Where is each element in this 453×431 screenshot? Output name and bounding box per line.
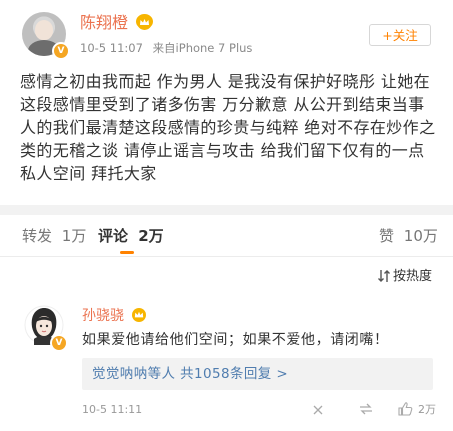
crown-icon: [136, 14, 154, 30]
sort-icon[interactable]: [378, 269, 390, 283]
stats-divider: [0, 256, 453, 257]
repost-label: 转发: [22, 227, 53, 245]
like-label: 赞: [379, 227, 395, 245]
view-replies-link[interactable]: 觉觉呐呐等人 共1058条回复 >: [92, 364, 288, 384]
verified-badge-icon: V: [52, 42, 70, 60]
comment-author-name-text[interactable]: 孙骁骁: [82, 308, 124, 324]
post-text: 感情之初由我而起 作为男人 是我没有保护好晓彤 让她在这段感情里受到了诸多伤害 …: [20, 72, 436, 183]
like-count: 10万: [403, 227, 438, 245]
post-meta: 10-5 11:07 来自iPhone 7 Plus: [80, 40, 252, 56]
comment-time: 10-5 11:11: [82, 403, 143, 416]
tab-comments[interactable]: 评论 2万: [98, 226, 164, 246]
post-author-name-text[interactable]: 陈翔橙: [80, 13, 128, 32]
section-divider: [0, 205, 453, 215]
active-tab-indicator: [120, 251, 134, 254]
repost-icon[interactable]: [358, 402, 374, 416]
post-time: 10-5 11:07: [80, 41, 143, 55]
follow-button[interactable]: +关注: [369, 24, 431, 46]
thumbs-up-icon[interactable]: [397, 401, 413, 416]
tab-likes[interactable]: 赞 10万: [379, 226, 438, 246]
comment-author-name[interactable]: 孙骁骁: [82, 306, 147, 328]
post-source[interactable]: 来自iPhone 7 Plus: [153, 41, 253, 55]
comment-verified-badge-icon: V: [50, 334, 68, 352]
comment-count: 2万: [138, 227, 164, 245]
post-author-name[interactable]: 陈翔橙: [80, 12, 154, 34]
more-icon[interactable]: [311, 403, 325, 417]
comment-text: 如果爱他请给他们空间；如果不爱他，请闭嘴！: [82, 332, 389, 348]
comment-crown-icon: [131, 308, 147, 328]
comment-label: 评论: [98, 227, 129, 245]
repost-count: 1万: [61, 227, 87, 245]
sort-by-hot[interactable]: 按热度: [393, 268, 432, 286]
comment-like-count: 2万: [418, 403, 436, 416]
tab-reposts[interactable]: 转发 1万: [22, 226, 86, 246]
